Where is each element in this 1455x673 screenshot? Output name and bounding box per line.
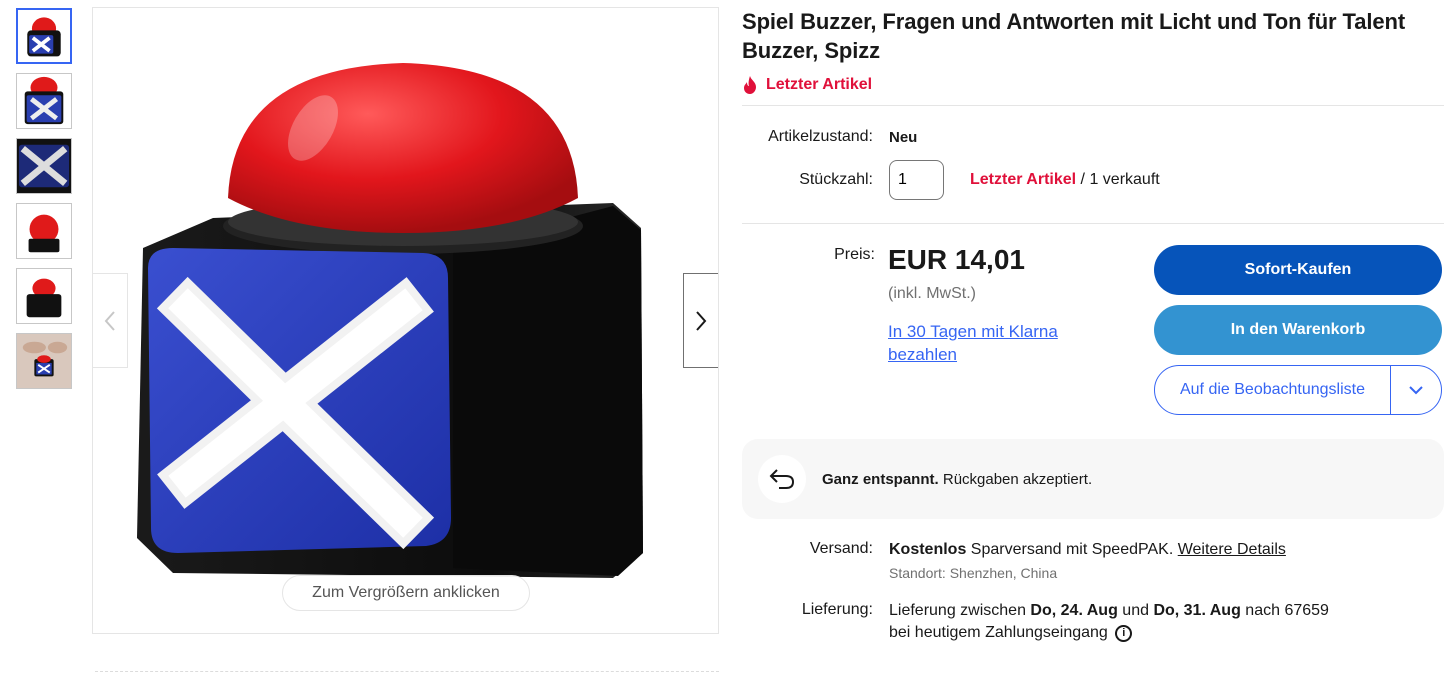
divider (742, 105, 1444, 106)
next-image-button[interactable] (683, 273, 718, 368)
thumbnail-5[interactable] (16, 268, 72, 324)
shipping-free: Kostenlos (889, 541, 967, 558)
shipping-details-link[interactable]: Weitere Details (1178, 541, 1286, 558)
shipping-row: Versand: Kostenlos Sparversand mit Speed… (742, 539, 1444, 585)
buzzer-thumbnail-image (17, 204, 71, 258)
zoom-hint-button[interactable]: Zum Vergrößern anklicken (282, 575, 530, 611)
watchlist-dropdown-button[interactable] (1391, 366, 1441, 414)
chevron-down-icon (1409, 385, 1423, 394)
shipping-method: Sparversand mit SpeedPAK. (966, 541, 1178, 558)
return-arrow-icon (758, 455, 806, 503)
stock-info: Letzter Artikel / 1 verkauft (970, 171, 1160, 189)
thumbnail-strip (16, 8, 72, 398)
buzzer-thumbnail-image (17, 269, 71, 323)
divider (95, 671, 719, 672)
previous-image-button[interactable] (93, 273, 128, 368)
delivery-date-to: Do, 31. Aug (1153, 602, 1241, 619)
watchlist-split-button: Auf die Beobachtungsliste (1154, 365, 1442, 415)
buzzer-thumbnail-image (17, 139, 71, 193)
thumbnail-3[interactable] (16, 138, 72, 194)
last-item-badge: Letzter Artikel (742, 76, 1444, 94)
condition-row: Artikelzustand: Neu (742, 128, 1444, 146)
condition-value: Neu (889, 128, 918, 146)
vat-note: (inkl. MwSt.) (888, 285, 976, 302)
thumbnail-2[interactable] (16, 73, 72, 129)
thumbnail-1[interactable] (16, 8, 72, 64)
info-icon[interactable]: i (1115, 625, 1133, 642)
quantity-input[interactable] (889, 160, 944, 200)
delivery-date-from: Do, 24. Aug (1030, 602, 1118, 619)
delivery-row: Lieferung: Lieferung zwischen Do, 24. Au… (742, 600, 1444, 644)
quantity-label: Stückzahl: (799, 171, 873, 188)
chevron-right-icon (696, 310, 707, 331)
product-title: Spiel Buzzer, Fragen und Antworten mit L… (742, 9, 1406, 63)
returns-text: Rückgaben akzeptiert. (938, 470, 1093, 488)
buzzer-thumbnail-image (18, 10, 70, 62)
stock-last-item: Letzter Artikel (970, 171, 1077, 188)
condition-label: Artikelzustand: (768, 128, 873, 145)
buzzer-product-image (137, 63, 643, 578)
delivery-text: bei heutigem Zahlungseingang (889, 624, 1108, 641)
buzzer-thumbnail-image (17, 74, 71, 128)
quantity-row: Stückzahl: Letzter Artikel / 1 verkauft (742, 160, 1444, 200)
delivery-text: nach 67659 (1240, 602, 1329, 619)
stock-sold: / 1 verkauft (1076, 171, 1160, 188)
thumbnail-6[interactable] (16, 333, 72, 389)
add-to-watchlist-button[interactable]: Auf die Beobachtungsliste (1155, 366, 1391, 414)
add-to-cart-button[interactable]: In den Warenkorb (1154, 305, 1442, 355)
price-section: Preis: EUR 14,01 (inkl. MwSt.) In 30 Tag… (742, 224, 1444, 420)
item-location: Standort: Shenzhen, China (889, 565, 1058, 581)
returns-banner: Ganz entspannt. Rückgaben akzeptiert. (742, 439, 1444, 519)
flame-icon (744, 76, 756, 94)
shipping-label: Versand: (809, 540, 873, 557)
returns-bold: Ganz entspannt. (822, 470, 939, 488)
delivery-label: Lieferung: (801, 601, 873, 618)
delivery-text: und (1117, 602, 1154, 619)
last-item-text: Letzter Artikel (766, 76, 873, 93)
klarna-link[interactable]: In 30 Tagen mit Klarna bezahlen (888, 320, 1118, 366)
buzzer-thumbnail-image (17, 334, 71, 388)
delivery-text: Lieferung zwischen (889, 602, 1031, 619)
main-image-viewer[interactable]: Zum Vergrößern anklicken (92, 7, 719, 634)
buy-now-button[interactable]: Sofort-Kaufen (1154, 245, 1442, 295)
chevron-left-icon (104, 310, 115, 331)
item-details-panel: Spiel Buzzer, Fragen und Antworten mit L… (742, 0, 1444, 644)
price-label: Preis: (834, 246, 875, 263)
thumbnail-4[interactable] (16, 203, 72, 259)
price-value: EUR 14,01 (888, 244, 1025, 275)
